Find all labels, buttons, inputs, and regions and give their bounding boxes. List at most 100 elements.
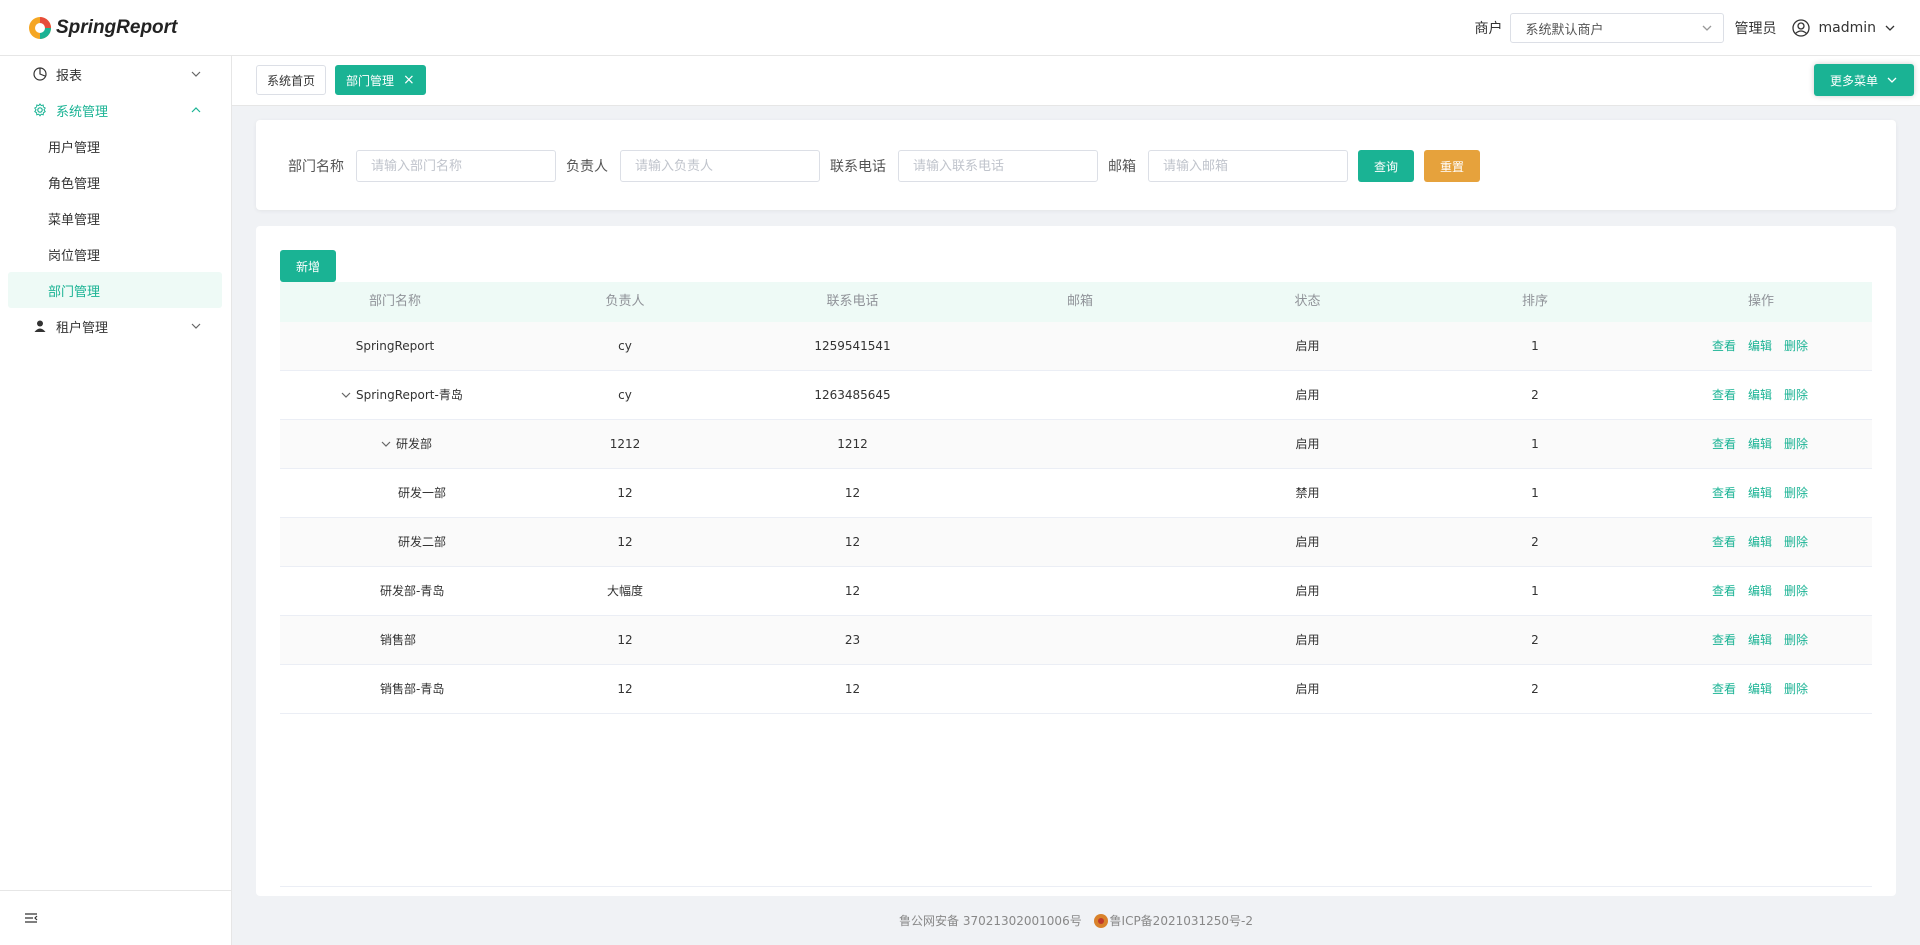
collapse-menu-icon[interactable] — [24, 911, 38, 925]
view-link[interactable]: 查看 — [1712, 616, 1736, 665]
phone-input[interactable] — [898, 150, 1098, 182]
view-link[interactable]: 查看 — [1712, 518, 1736, 567]
logo-icon — [29, 16, 51, 39]
tab-bar: 系统首页 部门管理 × 更多菜单 — [232, 56, 1920, 106]
phone-cell: 12 — [844, 682, 861, 696]
reset-button[interactable]: 重置 — [1424, 150, 1480, 182]
column-header: 部门名称 — [368, 294, 421, 309]
add-button[interactable]: 新增 — [280, 250, 336, 282]
expand-chevron-icon[interactable] — [380, 438, 392, 450]
chevron-down-icon — [1887, 77, 1897, 83]
table-row: 销售部 12 23 启用 2 查看 编辑 删除 — [280, 616, 1872, 665]
dept-name-cell: 销售部 — [380, 616, 510, 665]
tab-departments[interactable]: 部门管理 × — [335, 65, 426, 95]
close-icon[interactable]: × — [403, 72, 415, 88]
email-cell — [965, 616, 1195, 665]
leader-cell: 12 — [617, 633, 633, 647]
sidebar-item-reports[interactable]: 报表 — [8, 56, 222, 92]
table-row: 研发一部 12 12 禁用 1 查看 编辑 删除 — [280, 469, 1872, 518]
user-name: madmin — [1818, 20, 1876, 36]
sidebar-item-label: 岗位管理 — [48, 248, 101, 264]
email-cell — [965, 420, 1195, 469]
dept-name-text: 研发一部 — [398, 486, 447, 500]
sidebar-item-posts[interactable]: 岗位管理 — [8, 236, 222, 272]
email-cell — [965, 567, 1195, 616]
delete-link[interactable]: 删除 — [1784, 567, 1808, 616]
edit-link[interactable]: 编辑 — [1748, 616, 1772, 665]
sidebar-item-users[interactable]: 用户管理 — [8, 128, 222, 164]
dept-name-cell: 销售部-青岛 — [380, 665, 510, 714]
dept-name-text: SpringReport-青岛 — [356, 388, 463, 402]
edit-link[interactable]: 编辑 — [1748, 420, 1772, 469]
phone-cell: 12 — [844, 584, 861, 598]
sidebar-item-departments[interactable]: 部门管理 — [8, 272, 222, 308]
view-link[interactable]: 查看 — [1712, 567, 1736, 616]
table-row: 研发部-青岛 大幅度 12 启用 1 查看 编辑 删除 — [280, 567, 1872, 616]
sidebar-item-menus[interactable]: 菜单管理 — [8, 200, 222, 236]
order-cell: 1 — [1531, 339, 1539, 353]
police-record[interactable]: 鲁公网安备 37021302001006号 — [899, 914, 1082, 928]
tenant-select[interactable]: 系统默认商户 — [1510, 13, 1725, 43]
edit-link[interactable]: 编辑 — [1748, 322, 1772, 371]
tenant-label: 商户 — [1474, 21, 1503, 37]
sidebar-item-roles[interactable]: 角色管理 — [8, 164, 222, 200]
icp-record[interactable]: 鲁ICP备2021031250号-2 — [1110, 914, 1253, 928]
tab-label: 部门管理 — [346, 73, 395, 88]
table-row: SpringReport cy 1259541541 启用 1 查看 编辑 删除 — [280, 322, 1872, 371]
tab-home[interactable]: 系统首页 — [256, 65, 327, 95]
phone-cell: 12 — [844, 486, 861, 500]
table-row: SpringReport-青岛 cy 1263485645 启用 2 查看 编辑 删除 — [280, 371, 1872, 420]
order-cell: 2 — [1531, 388, 1539, 402]
dept-name-text: SpringReport — [355, 339, 435, 353]
view-link[interactable]: 查看 — [1712, 322, 1736, 371]
expand-chevron-icon[interactable] — [340, 389, 352, 401]
chevron-up-icon — [191, 107, 201, 113]
email-input[interactable] — [1148, 150, 1348, 182]
sidebar-item-tenants[interactable]: 租户管理 — [8, 308, 222, 344]
email-cell — [965, 322, 1195, 371]
view-link[interactable]: 查看 — [1712, 371, 1736, 420]
leader-cell: cy — [618, 388, 632, 402]
view-link[interactable]: 查看 — [1712, 420, 1736, 469]
chevron-down-icon — [191, 71, 201, 77]
status-cell: 启用 — [1295, 633, 1320, 647]
delete-link[interactable]: 删除 — [1784, 322, 1808, 371]
dept-name-label: 部门名称 — [288, 159, 344, 175]
view-link[interactable]: 查看 — [1712, 665, 1736, 714]
phone-cell: 12 — [844, 535, 861, 549]
logo-text: SpringReport — [56, 16, 178, 38]
user-menu[interactable]: madmin — [1784, 19, 1896, 37]
edit-link[interactable]: 编辑 — [1748, 518, 1772, 567]
delete-link[interactable]: 删除 — [1784, 665, 1808, 714]
dept-name-text: 研发二部 — [398, 535, 447, 549]
query-button[interactable]: 查询 — [1358, 150, 1414, 182]
email-cell — [965, 518, 1195, 567]
edit-link[interactable]: 编辑 — [1748, 371, 1772, 420]
more-menu-button[interactable]: 更多菜单 — [1814, 64, 1914, 96]
dept-name-text: 销售部 — [380, 633, 417, 647]
delete-link[interactable]: 删除 — [1784, 420, 1808, 469]
edit-link[interactable]: 编辑 — [1748, 469, 1772, 518]
sidebar-item-label: 用户管理 — [48, 140, 101, 156]
table-divider — [280, 886, 1872, 887]
delete-link[interactable]: 删除 — [1784, 469, 1808, 518]
delete-link[interactable]: 删除 — [1784, 616, 1808, 665]
edit-link[interactable]: 编辑 — [1748, 567, 1772, 616]
delete-link[interactable]: 删除 — [1784, 371, 1808, 420]
order-cell: 2 — [1531, 633, 1539, 647]
dept-name-cell: SpringReport-青岛 — [340, 371, 510, 420]
leader-input[interactable] — [620, 150, 820, 182]
table-row: 研发二部 12 12 启用 2 查看 编辑 删除 — [280, 518, 1872, 567]
search-form: 部门名称 负责人 联系电话 邮箱 查询 重置 — [256, 120, 1896, 210]
status-cell: 启用 — [1295, 682, 1320, 696]
logo[interactable]: SpringReport — [28, 16, 177, 40]
status-cell: 启用 — [1295, 584, 1320, 598]
dept-name-text: 研发部-青岛 — [380, 584, 445, 598]
view-link[interactable]: 查看 — [1712, 469, 1736, 518]
user-avatar-icon — [1792, 19, 1811, 37]
page-footer: 鲁公网安备 37021302001006号 鲁ICP备2021031250号-2 — [232, 912, 1920, 930]
delete-link[interactable]: 删除 — [1784, 518, 1808, 567]
sidebar-item-system[interactable]: 系统管理 — [8, 92, 222, 128]
dept-name-input[interactable] — [356, 150, 556, 182]
edit-link[interactable]: 编辑 — [1748, 665, 1772, 714]
